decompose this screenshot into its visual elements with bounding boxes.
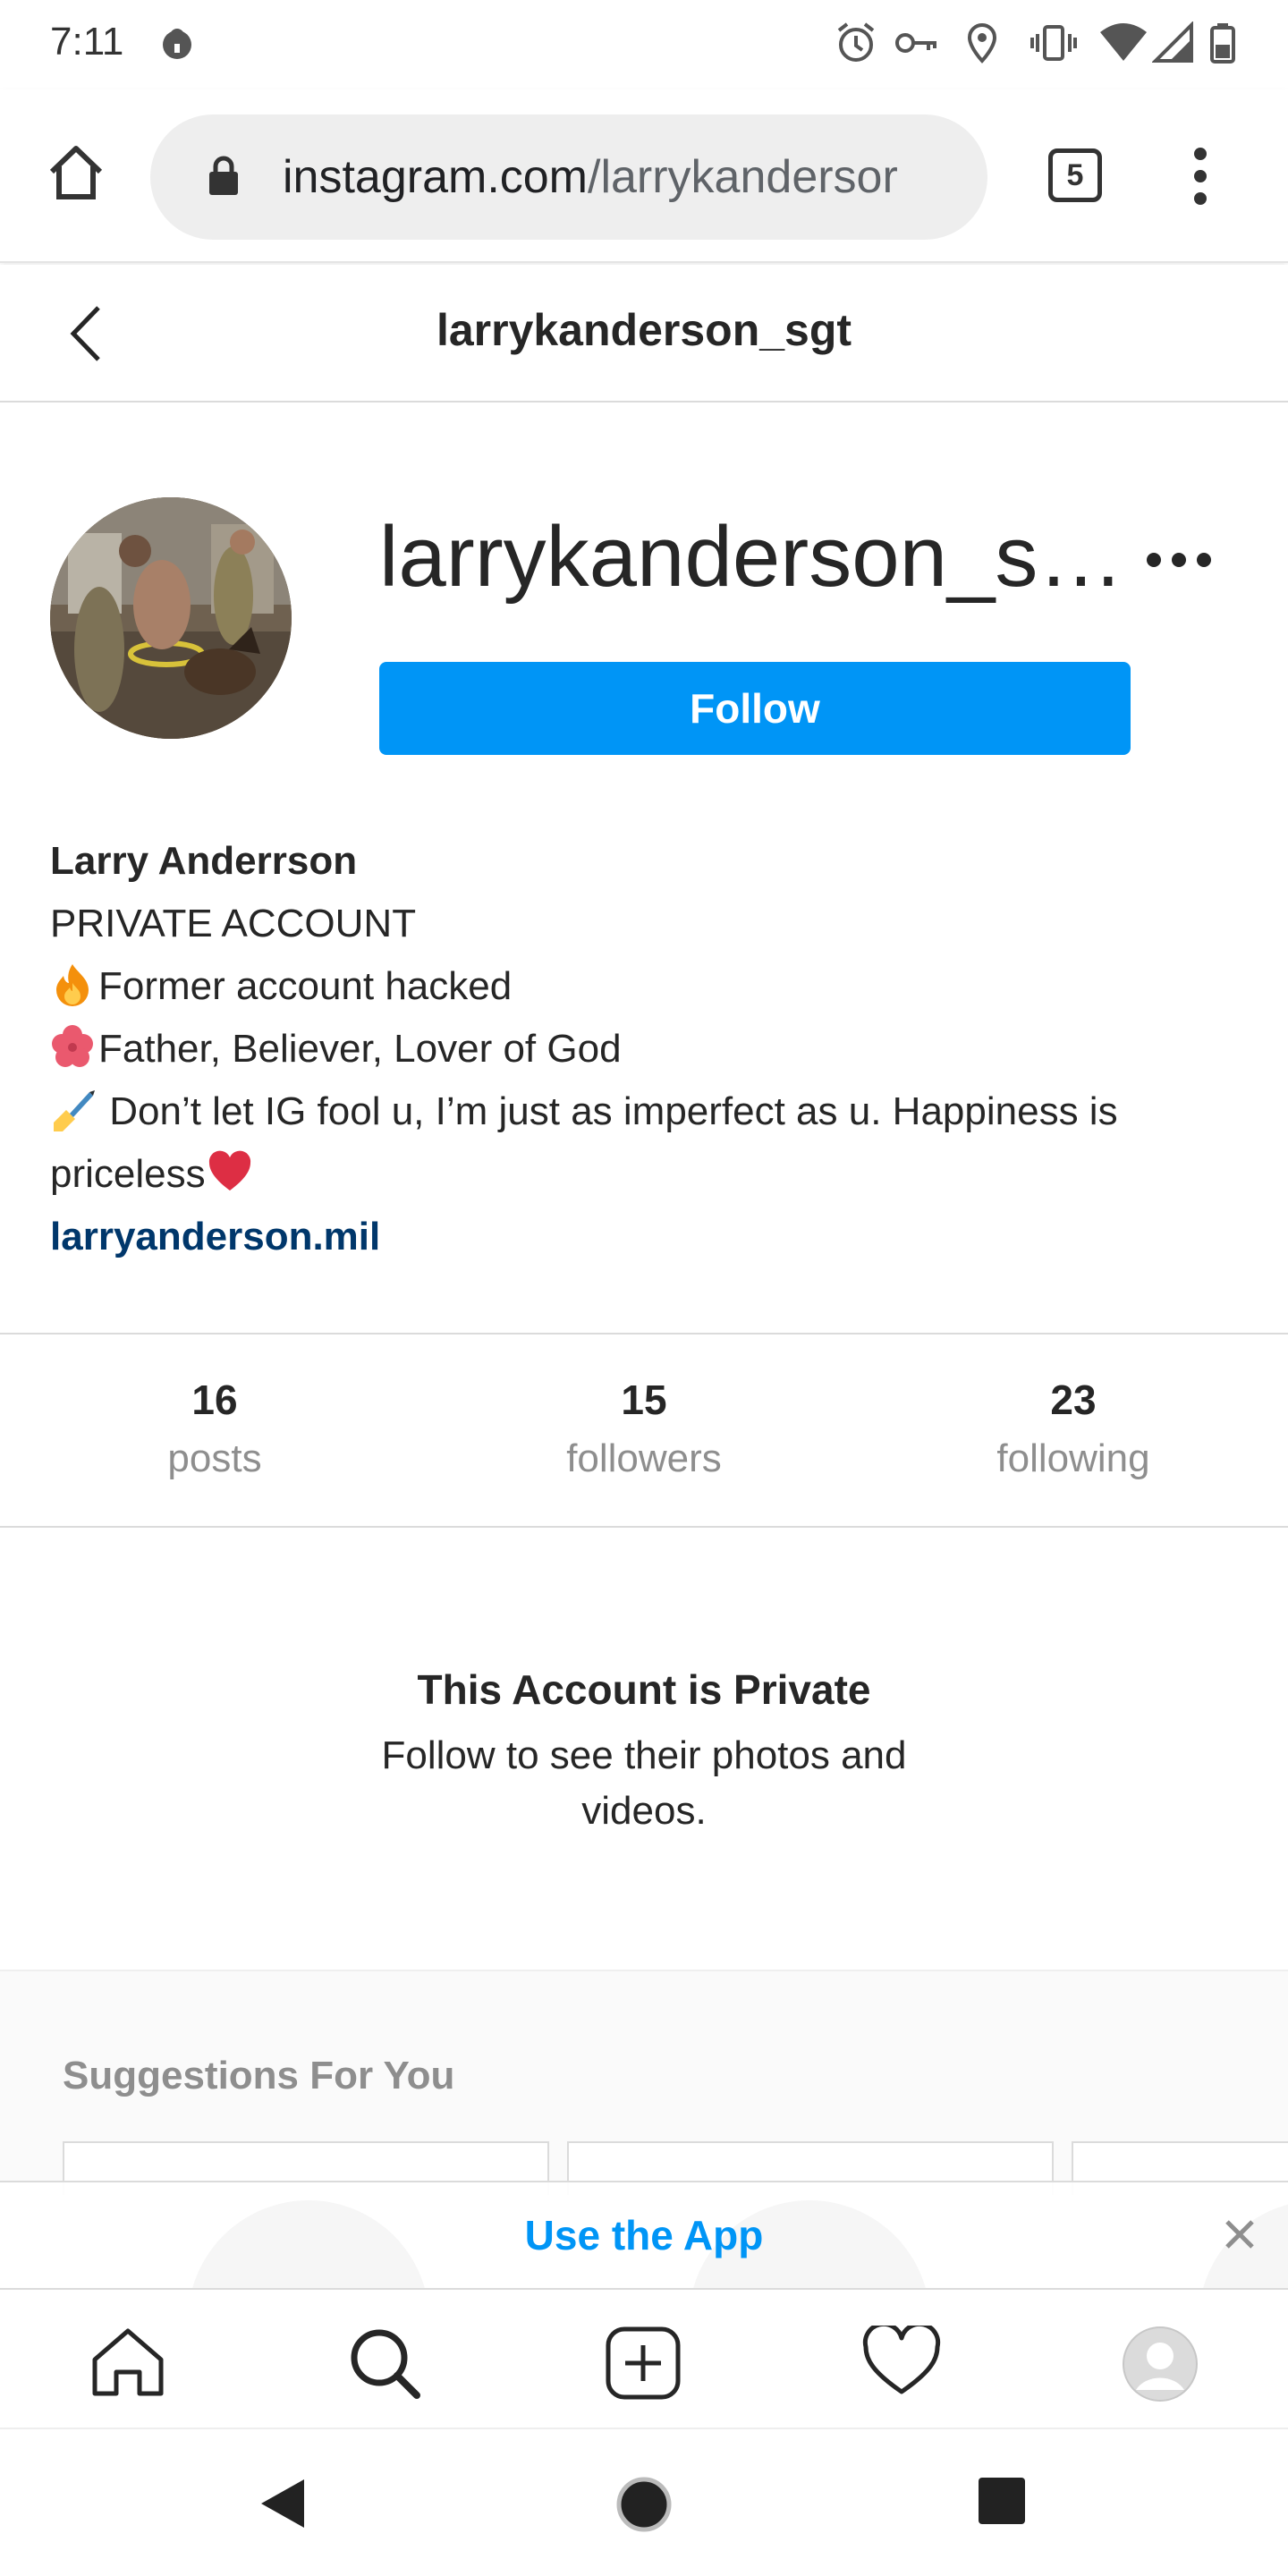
close-icon[interactable] (1220, 2215, 1259, 2258)
url-host: instagram.com (283, 151, 588, 203)
bio-full-name: Larry Anderrson (50, 839, 358, 883)
lock-icon (206, 154, 242, 203)
bio-line-father: Father, Believer, Lover of God (50, 1018, 1249, 1080)
vibrate-icon (1030, 21, 1077, 69)
profile-display-handle: larrykanderson_s… (379, 509, 1124, 605)
hibiscus-emoji-icon (50, 1024, 95, 1069)
heart-icon[interactable] (862, 2321, 941, 2402)
tabs-button[interactable]: 5 (1048, 148, 1102, 202)
new-post-icon[interactable] (605, 2326, 682, 2405)
red-heart-emoji-icon (208, 1149, 252, 1194)
stat-value: 23 (1050, 1377, 1097, 1423)
home-icon[interactable] (88, 2326, 168, 2402)
location-icon (964, 21, 1000, 69)
bio-website-link[interactable]: larryanderson.mil (50, 1206, 1249, 1268)
stat-followers[interactable]: 15 followers (429, 1335, 859, 1526)
profile-bio: Larry Anderrson PRIVATE ACCOUNT Former a… (50, 830, 1249, 1268)
bio-line-father-text: Father, Believer, Lover of God (98, 1027, 622, 1071)
private-subtitle: Follow to see their photos and videos. (381, 1733, 907, 1833)
battery-icon (1209, 21, 1236, 69)
use-app-banner: Use the App (0, 2181, 1288, 2288)
overflow-menu-icon[interactable] (1188, 147, 1213, 210)
home-circle-icon[interactable] (615, 2476, 673, 2538)
stat-following[interactable]: 23 following (859, 1335, 1288, 1526)
writing-hand-emoji-icon (50, 1087, 95, 1131)
suggestions-section: Suggestions For You (0, 1970, 1288, 2195)
private-account-notice: This Account is Private Follow to see th… (0, 1665, 1288, 1839)
recents-square-icon[interactable] (977, 2476, 1027, 2530)
suggestions-title: Suggestions For You (63, 2054, 455, 2097)
lock-notification-icon (161, 21, 193, 69)
bio-line-imperfect: Don’t let IG fool u, I’m just as imperfe… (50, 1080, 1249, 1206)
status-time: 7:11 (50, 20, 124, 64)
url-path: /larrykandersor (588, 151, 898, 203)
home-icon[interactable] (45, 141, 107, 208)
status-bar: 7:11 (0, 0, 1288, 89)
more-options-icon[interactable] (1143, 544, 1215, 580)
alarm-icon (835, 21, 877, 69)
profile-stats: 16 posts 15 followers 23 following (0, 1333, 1288, 1528)
stat-posts[interactable]: 16 posts (0, 1335, 429, 1526)
wifi-icon (1098, 21, 1148, 69)
fire-emoji-icon (50, 962, 95, 1006)
url-text: instagram.com/larrykandersor (283, 150, 971, 204)
bio-line-hacked: Former account hacked (50, 955, 1249, 1018)
stat-value: 16 (191, 1377, 238, 1423)
stat-label: posts (167, 1436, 262, 1480)
bottom-navigation (0, 2288, 1288, 2428)
profile-avatar-icon[interactable] (1122, 2326, 1199, 2407)
bio-line-hacked-text: Former account hacked (98, 964, 513, 1008)
search-icon[interactable] (345, 2326, 426, 2405)
follow-button[interactable]: Follow (379, 662, 1131, 755)
private-title: This Account is Private (417, 1666, 871, 1713)
system-navigation-bar (0, 2428, 1288, 2576)
stat-label: followers (566, 1436, 722, 1480)
header-username: larrykanderson_sgt (436, 305, 852, 355)
stat-label: following (996, 1436, 1150, 1480)
address-bar[interactable]: instagram.com/larrykandersor (150, 114, 987, 240)
stat-value: 15 (621, 1377, 667, 1423)
profile-avatar[interactable] (50, 497, 292, 739)
profile-header: larrykanderson_sgt (0, 265, 1288, 402)
browser-toolbar: instagram.com/larrykandersor 5 (0, 89, 1288, 263)
use-app-link[interactable]: Use the App (0, 2211, 1288, 2259)
back-triangle-icon[interactable] (258, 2476, 308, 2536)
key-icon (894, 21, 939, 69)
bio-line-private: PRIVATE ACCOUNT (50, 902, 417, 945)
signal-icon (1151, 21, 1193, 69)
